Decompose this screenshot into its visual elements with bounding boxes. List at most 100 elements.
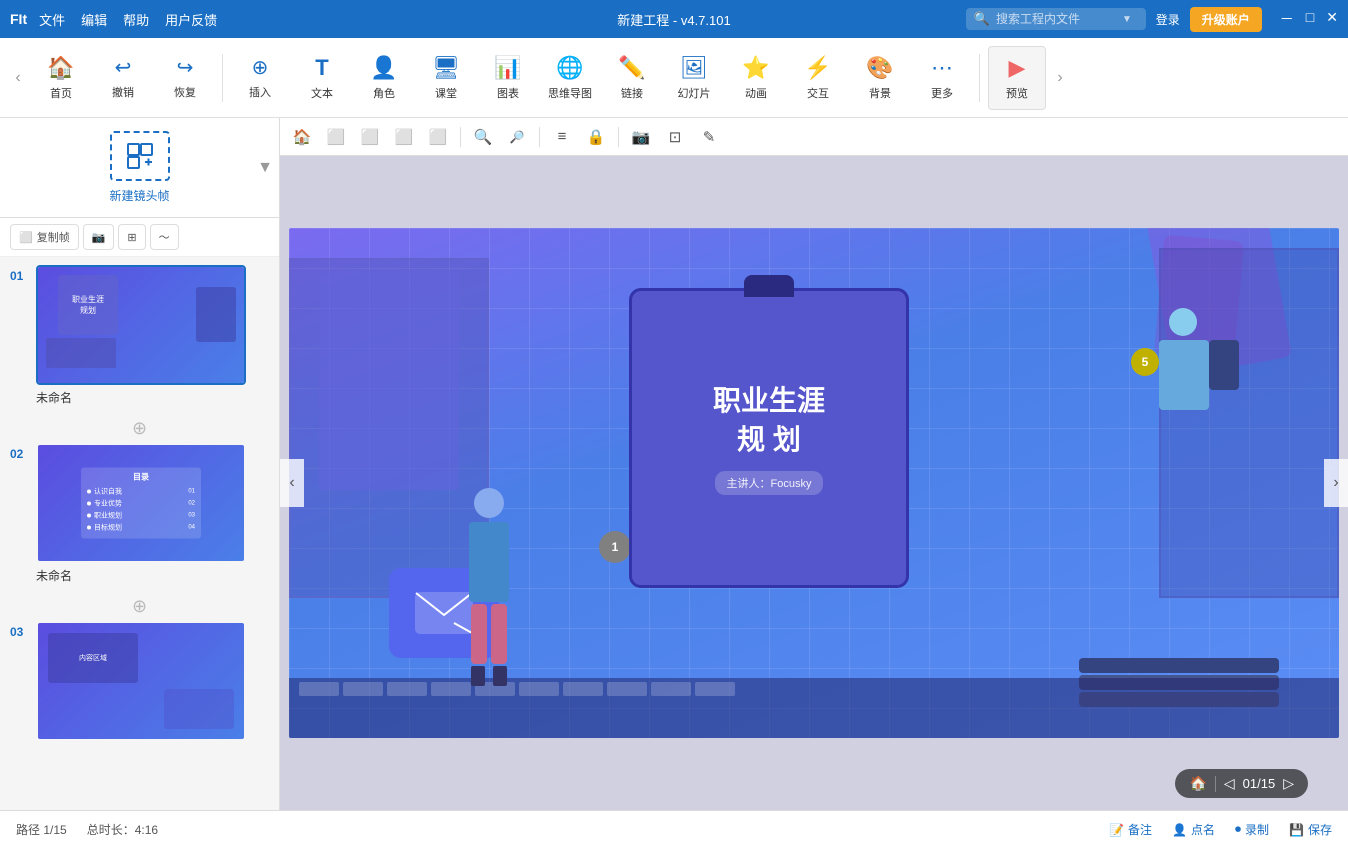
canvas-home-tool[interactable]: 🏠 [288, 123, 316, 151]
slideshow-icon: 🖼 [680, 55, 708, 81]
fit-icon: ⊞ [127, 231, 136, 244]
slide-thumb-01[interactable]: 职业生涯规划 [36, 265, 246, 385]
add-slide-icon: ⊕ [132, 418, 147, 439]
slide-thumb-02[interactable]: 目录 认识自我01 专业优势02 职业规划03 目标规划04 [36, 443, 246, 563]
canvas-lock-tool[interactable]: 🔒 [582, 123, 610, 151]
statusbar-notes-btn[interactable]: 📝 备注 [1109, 821, 1152, 838]
toolbar-insert[interactable]: ⊕ 插入 [231, 46, 289, 110]
toolbar-insert-label: 插入 [249, 84, 271, 100]
login-button[interactable]: 登录 [1156, 11, 1180, 28]
canvas-camera-tool[interactable]: 📷 [627, 123, 655, 151]
toolbar-slideshow[interactable]: 🖼 幻灯片 [665, 46, 723, 110]
fit-button[interactable]: ⊞ [118, 224, 145, 250]
toolbar-back[interactable]: ‹ [8, 46, 28, 110]
slide-title: 职业生涯 [713, 381, 825, 420]
close-button[interactable]: ✕ [1326, 9, 1338, 29]
canvas-nav-left[interactable]: ‹ [280, 459, 304, 507]
toolbar-background[interactable]: 🎨 背景 [851, 46, 909, 110]
screenshot-button[interactable]: 📷 [83, 224, 115, 250]
path-button[interactable]: 〜 [150, 224, 179, 250]
canvas-frame-tool[interactable]: ⊡ [661, 123, 689, 151]
statusbar-record-btn[interactable]: ⏺ 录制 [1235, 821, 1269, 838]
maximize-button[interactable]: □ [1306, 9, 1314, 29]
search-dropdown-icon[interactable]: ▼ [1122, 14, 1132, 25]
titlebar: FIt 文件 编辑 帮助 用户反馈 新建工程 - v4.7.101 🔍 ▼ 登录… [0, 0, 1348, 38]
canvas-zoom-out[interactable]: 🔎 [503, 123, 531, 151]
toolbar-preview-label: 预览 [1006, 85, 1028, 101]
slide-item-03: 03 内容区域 [10, 621, 269, 745]
toolbar-chart-label: 图表 [497, 85, 519, 101]
add-slide-icon-2: ⊕ [132, 596, 147, 617]
slide-thumb-wrap-03[interactable]: 内容区域 [36, 621, 269, 745]
rollcall-icon: 👤 [1172, 823, 1187, 837]
toolbar-home[interactable]: 🏠 首页 [32, 46, 90, 110]
counter-prev-btn[interactable]: ◁ [1224, 775, 1235, 792]
toolbar-link[interactable]: ✏️ 链接 [603, 46, 661, 110]
search-box[interactable]: 🔍 ▼ [966, 8, 1146, 30]
app-logo: FIt [10, 11, 27, 27]
menu-help[interactable]: 帮助 [123, 10, 149, 29]
clipboard-clip [744, 275, 794, 297]
search-input[interactable] [996, 12, 1116, 26]
canvas-multi-tool[interactable]: ⬜ [390, 123, 418, 151]
toolbar-mindmap[interactable]: 🌐 思维导图 [541, 46, 599, 110]
statusbar-roll-call-btn[interactable]: 👤 点名 [1172, 821, 1215, 838]
main-layout: 新建镜头帧 ▼ ⬜ 复制帧 📷 ⊞ 〜 01 [0, 118, 1348, 810]
counter-home-btn[interactable]: 🏠 [1189, 775, 1206, 792]
toolbar-undo[interactable]: ↩ 撤销 [94, 46, 152, 110]
toolbar-fwd[interactable]: › [1050, 46, 1070, 110]
upgrade-button[interactable]: 升级账户 [1190, 7, 1262, 32]
slide-canvas-inner: 职业生涯 规 划 主讲人：Focusky 1 [289, 228, 1339, 738]
counter-next-btn[interactable]: ▷ [1283, 775, 1294, 792]
toolbar-interaction[interactable]: ⚡ 交互 [789, 46, 847, 110]
toolbar-text[interactable]: T 文本 [293, 46, 351, 110]
slide-add-01[interactable]: ⊕ [10, 414, 269, 443]
canvas-tool-sep-1 [460, 127, 461, 147]
clipboard-card: 职业生涯 规 划 主讲人：Focusky [629, 288, 909, 588]
toolbar-chart[interactable]: 📊 图表 [479, 46, 537, 110]
new-frame-area[interactable]: 新建镜头帧 ▼ [0, 118, 279, 218]
toolbar-background-label: 背景 [869, 85, 891, 101]
canvas-paste-tool[interactable]: ⬜ [356, 123, 384, 151]
animation-icon: ⭐ [742, 55, 769, 81]
canvas-edit-tool[interactable]: ✎ [695, 123, 723, 151]
chart-icon: 📊 [494, 55, 521, 81]
slide-number-03: 03 [10, 621, 28, 639]
menu-edit[interactable]: 编辑 [81, 10, 107, 29]
toolbar-preview[interactable]: ▶ 预览 [988, 46, 1046, 110]
statusbar-rollcall-label: 点名 [1191, 821, 1215, 838]
toolbar-classroom[interactable]: 🖥 课堂 [417, 46, 475, 110]
toolbar-slideshow-label: 幻灯片 [678, 85, 711, 101]
copy-frame-label: 复制帧 [37, 229, 70, 245]
sidebar-scroll-down[interactable]: ▼ [257, 159, 273, 177]
toolbar-more[interactable]: ⋯ 更多 [913, 46, 971, 110]
redo-icon: ↪ [177, 55, 194, 80]
canvas-copy-tool[interactable]: ⬜ [322, 123, 350, 151]
toolbar-animation[interactable]: ⭐ 动画 [727, 46, 785, 110]
floor-element [289, 678, 1339, 738]
canvas-stack-tool[interactable]: ⬜ [424, 123, 452, 151]
toolbar-redo[interactable]: ↪ 恢复 [156, 46, 214, 110]
slide-thumb-wrap-01[interactable]: 职业生涯规划 未命名 [36, 265, 269, 406]
sidebar: 新建镜头帧 ▼ ⬜ 复制帧 📷 ⊞ 〜 01 [0, 118, 280, 810]
role-icon: 👤 [370, 55, 397, 81]
canvas-nav-right[interactable]: › [1324, 459, 1348, 507]
canvas-view[interactable]: ‹ 职业生涯 规 划 主讲人：Focusky [280, 156, 1348, 810]
canvas-zoom-in[interactable]: 🔍 [469, 123, 497, 151]
toolbar-undo-label: 撤销 [112, 84, 134, 100]
toolbar-role[interactable]: 👤 角色 [355, 46, 413, 110]
menu-file[interactable]: 文件 [39, 10, 65, 29]
slide-add-02[interactable]: ⊕ [10, 592, 269, 621]
statusbar-save-btn[interactable]: 💾 保存 [1289, 821, 1332, 838]
toolbar-link-label: 链接 [621, 85, 643, 101]
statusbar-notes-label: 备注 [1128, 821, 1152, 838]
statusbar-save-label: 保存 [1308, 821, 1332, 838]
minimize-button[interactable]: － [1280, 9, 1294, 29]
slide-item: 01 职业生涯规划 未命名 [10, 265, 269, 406]
slide-thumb-wrap-02[interactable]: 目录 认识自我01 专业优势02 职业规划03 目标规划04 未命名 [36, 443, 269, 584]
slide-thumb-03[interactable]: 内容区域 [36, 621, 246, 741]
canvas-grid-tool[interactable]: ≡ [548, 123, 576, 151]
menu-feedback[interactable]: 用户反馈 [165, 10, 217, 29]
link-icon: ✏️ [618, 55, 645, 81]
copy-frame-button[interactable]: ⬜ 复制帧 [10, 224, 79, 250]
